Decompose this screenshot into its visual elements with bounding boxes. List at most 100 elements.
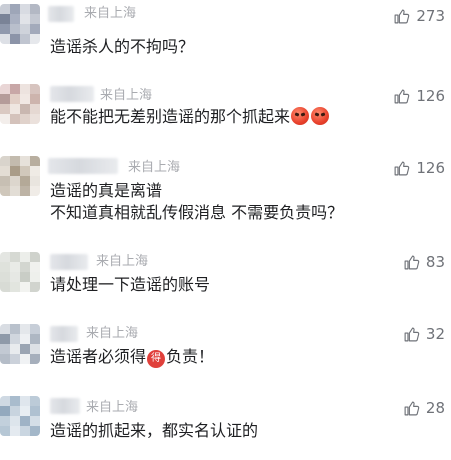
avatar-mosaic-cell (0, 324, 10, 334)
username-blurred[interactable] (48, 158, 118, 174)
comment-text: 请处理一下造谣的账号 (50, 274, 441, 296)
avatar-mosaic-cell (10, 344, 20, 354)
thumbs-up-icon (404, 401, 420, 415)
avatar[interactable] (0, 252, 40, 292)
like-count: 273 (416, 7, 445, 25)
avatar-mosaic-cell (10, 84, 20, 94)
like-button[interactable]: 273 (393, 6, 445, 26)
avatar-mosaic-cell (20, 34, 30, 44)
avatar-mosaic-cell (30, 114, 40, 124)
avatar-mosaic-cell (0, 272, 10, 282)
comment-text: 造谣杀人的不拘吗？ (50, 36, 441, 58)
username-blurred[interactable] (50, 86, 94, 102)
avatar-mosaic-cell (10, 114, 20, 124)
thumbs-up-icon (394, 9, 410, 23)
avatar-mosaic-cell (10, 324, 20, 334)
like-button[interactable]: 126 (393, 86, 445, 106)
avatar-mosaic-cell (10, 334, 20, 344)
avatar-mosaic-cell (0, 84, 10, 94)
comment-line: 不知道真相就乱传假消息 不需要负责吗？ (50, 203, 344, 222)
avatar-mosaic-cell (10, 104, 20, 114)
avatar-mosaic-cell (10, 252, 20, 262)
avatar-mosaic-cell (0, 344, 10, 354)
avatar-mosaic-cell (30, 426, 40, 436)
avatar[interactable] (0, 4, 40, 44)
comment-item: 来自上海 32 造谣者必须得得负责！ (0, 324, 451, 374)
like-count: 83 (425, 253, 445, 271)
thumbs-up-icon (394, 161, 410, 175)
avatar-mosaic-cell (10, 166, 20, 176)
avatar-mosaic-cell (30, 334, 40, 344)
avatar-mosaic-cell (20, 406, 30, 416)
comment-text: 能不能把无差别造谣的那个抓起来 (50, 106, 441, 128)
avatar-mosaic-cell (20, 4, 30, 14)
username-blurred[interactable] (50, 326, 78, 342)
avatar-mosaic-cell (30, 156, 40, 166)
avatar-mosaic-cell (20, 426, 30, 436)
avatar-mosaic-cell (0, 14, 10, 24)
avatar-mosaic-cell (10, 406, 20, 416)
thumbs-up-icon (404, 255, 420, 269)
comment-text: 造谣的抓起来，都实名认证的 (50, 420, 441, 442)
avatar-mosaic-cell (10, 4, 20, 14)
avatar-mosaic-cell (0, 186, 10, 196)
avatar-mosaic-cell (0, 94, 10, 104)
username-blurred[interactable] (50, 254, 88, 270)
angry-face-icon (311, 107, 330, 125)
avatar-mosaic-cell (10, 176, 20, 186)
avatar-mosaic-cell (10, 14, 20, 24)
comment-line: 请处理一下造谣的账号 (50, 275, 211, 294)
comment-item: 来自上海 126 能不能把无差别造谣的那个抓起来 (0, 84, 451, 144)
avatar-mosaic-cell (10, 272, 20, 282)
avatar-mosaic-cell (30, 176, 40, 186)
avatar[interactable] (0, 324, 40, 364)
comment-text: 造谣者必须得得负责！ (50, 346, 441, 368)
avatar-mosaic-cell (30, 282, 40, 292)
username-blurred[interactable] (48, 6, 74, 22)
avatar-mosaic-cell (30, 324, 40, 334)
avatar-mosaic-cell (20, 156, 30, 166)
avatar-mosaic-cell (20, 416, 30, 426)
avatar-mosaic-cell (30, 14, 40, 24)
avatar-mosaic-cell (30, 4, 40, 14)
like-count: 28 (425, 399, 445, 417)
avatar-mosaic-cell (20, 334, 30, 344)
avatar-mosaic-cell (30, 34, 40, 44)
location-label: 来自上海 (128, 160, 181, 175)
avatar-mosaic-cell (10, 24, 20, 34)
avatar-mosaic-cell (0, 406, 10, 416)
avatar-mosaic-cell (20, 272, 30, 282)
like-count: 32 (425, 325, 445, 343)
avatar-mosaic-cell (30, 416, 40, 426)
thumbs-up-icon (394, 89, 410, 103)
avatar-mosaic-cell (30, 186, 40, 196)
avatar[interactable] (0, 84, 40, 124)
avatar-mosaic-cell (10, 156, 20, 166)
avatar-mosaic-cell (20, 252, 30, 262)
comment-line: 能不能把无差别造谣的那个抓起来 (50, 107, 291, 126)
avatar-mosaic-cell (30, 406, 40, 416)
avatar-mosaic-cell (10, 396, 20, 406)
comment-line: 造谣的抓起来，都实名认证的 (50, 421, 259, 440)
avatar-mosaic-cell (30, 262, 40, 272)
angry-face-icon (291, 107, 310, 125)
like-button[interactable]: 83 (403, 252, 445, 272)
avatar-mosaic-cell (0, 354, 10, 364)
like-button[interactable]: 126 (393, 158, 445, 178)
like-count: 126 (416, 159, 445, 177)
avatar-mosaic-cell (20, 176, 30, 186)
username-blurred[interactable] (50, 398, 80, 414)
avatar-mosaic-cell (30, 104, 40, 114)
avatar-mosaic-cell (20, 344, 30, 354)
comment-line: 负责！ (166, 347, 215, 366)
like-button[interactable]: 32 (403, 324, 445, 344)
avatar-mosaic-cell (0, 416, 10, 426)
avatar-mosaic-cell (0, 252, 10, 262)
like-button[interactable]: 28 (403, 398, 445, 418)
avatar[interactable] (0, 156, 40, 196)
avatar-mosaic-cell (30, 396, 40, 406)
avatar-mosaic-cell (20, 262, 30, 272)
comment-item: 来自上海 273 造谣杀人的不拘吗？ (0, 4, 451, 64)
avatar[interactable] (0, 396, 40, 436)
avatar-mosaic-cell (30, 24, 40, 34)
